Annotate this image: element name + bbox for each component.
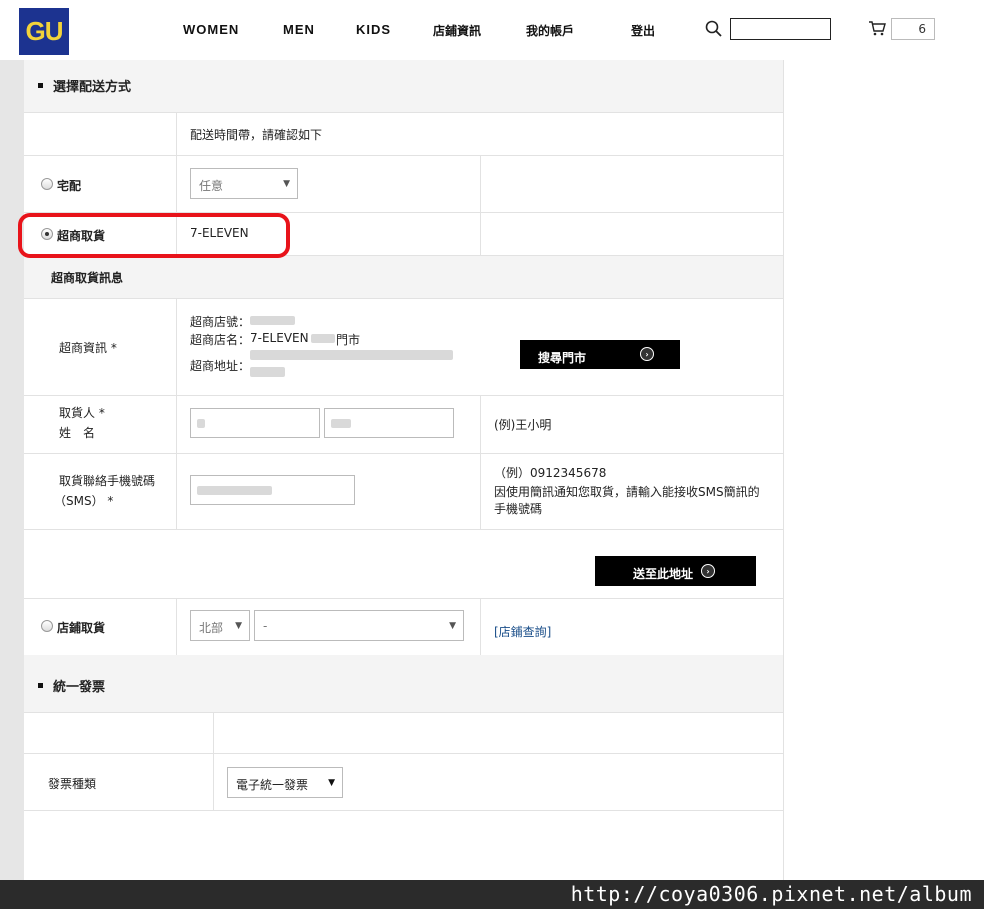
store-info-row: 超商資訊 * 超商店號： 超商店名： 7-ELEVEN 門市 超商地址： 搜尋門… bbox=[24, 299, 783, 396]
phone-row: 取貨聯絡手機號碼 （SMS） * （例）0912345678 因使用簡訊通知您取… bbox=[24, 454, 783, 530]
dropdown-arrow-icon: ▼ bbox=[449, 621, 456, 631]
watermark-bar: http://coya0306.pixnet.net/album bbox=[0, 880, 984, 909]
invoice-type-label: 發票種類 bbox=[48, 777, 97, 791]
home-delivery-label: 宅配 bbox=[57, 179, 82, 193]
search-store-button[interactable]: 搜尋門市 › bbox=[520, 340, 680, 369]
store-no-redacted bbox=[250, 316, 295, 325]
time-note-row: 配送時間帶，請確認如下 bbox=[24, 113, 783, 156]
store-name-suffix: 門市 bbox=[336, 333, 361, 347]
invoice-type-select[interactable]: 電子統一發票 ▼ bbox=[227, 767, 343, 798]
mobile-phone-input[interactable] bbox=[190, 475, 355, 505]
store-name-redacted bbox=[311, 334, 335, 343]
phone-note-line2: 手機號碼 bbox=[494, 502, 543, 516]
chevron-right-icon: › bbox=[701, 564, 715, 578]
invoice-section-title: 統一發票 bbox=[38, 676, 105, 695]
left-gutter bbox=[0, 60, 24, 909]
cart-icon[interactable] bbox=[868, 19, 886, 37]
search-icon[interactable] bbox=[705, 20, 723, 38]
right-divider bbox=[783, 60, 784, 880]
site-header: GU WOMEN MEN KIDS 店鋪資訊 我的帳戶 登出 6 bbox=[0, 0, 984, 60]
phone-sms-label: （SMS） * bbox=[54, 494, 114, 508]
store-addr-redacted-2 bbox=[250, 367, 285, 377]
store-name-label: 超商店名： bbox=[190, 333, 251, 347]
invoice-section-header: 統一發票 bbox=[24, 655, 783, 713]
region-select[interactable]: 北部 ▼ bbox=[190, 610, 250, 641]
store-name-value: 7-ELEVEN bbox=[250, 331, 309, 345]
bullet-square-icon bbox=[38, 683, 43, 688]
dropdown-arrow-icon: ▼ bbox=[283, 179, 290, 189]
store-info-label: 超商資訊 * bbox=[59, 341, 117, 355]
store-addr-redacted-1 bbox=[250, 350, 453, 360]
invoice-empty-row bbox=[24, 713, 783, 754]
store-addr-label: 超商地址： bbox=[190, 359, 251, 373]
store-pickup-label: 店鋪取貨 bbox=[57, 621, 106, 635]
cvs-info-header: 超商取貨訊息 bbox=[24, 256, 783, 299]
phone-example: （例）0912345678 bbox=[494, 466, 607, 480]
chevron-right-icon: › bbox=[640, 347, 654, 361]
recipient-row: 取貨人 * 姓 名 (例)王小明 bbox=[24, 396, 783, 454]
cvs-highlight-annotation bbox=[18, 213, 290, 258]
recipient-label: 取貨人 * bbox=[59, 406, 105, 420]
dropdown-arrow-icon: ▼ bbox=[235, 621, 242, 631]
recipient-example: (例)王小明 bbox=[494, 418, 552, 432]
nav-store-info[interactable]: 店鋪資訊 bbox=[433, 22, 481, 39]
recipient-name-label: 姓 名 bbox=[59, 426, 96, 440]
store-select[interactable]: - ▼ bbox=[254, 610, 464, 641]
nav-my-account[interactable]: 我的帳戶 bbox=[526, 22, 574, 39]
store-no-label: 超商店號： bbox=[190, 315, 251, 329]
nav-kids[interactable]: KIDS bbox=[356, 22, 391, 37]
home-delivery-radio[interactable] bbox=[41, 178, 53, 190]
invoice-type-row: 發票種類 電子統一發票 ▼ bbox=[24, 754, 783, 811]
bullet-square-icon bbox=[38, 83, 43, 88]
store-pickup-radio[interactable] bbox=[41, 620, 53, 632]
time-note: 配送時間帶，請確認如下 bbox=[190, 128, 323, 142]
home-delivery-row: 宅配 任意 ▼ bbox=[24, 156, 783, 213]
first-name-input[interactable] bbox=[324, 408, 454, 438]
phone-note-line1: 因使用簡訊通知您取貨，請輸入能接收SMS簡訊的 bbox=[494, 485, 760, 499]
nav-logout[interactable]: 登出 bbox=[631, 22, 655, 39]
nav-men[interactable]: MEN bbox=[283, 22, 315, 37]
checkout-form: 選擇配送方式 配送時間帶，請確認如下 宅配 任意 ▼ 超商取貨 7-ELEVEN… bbox=[24, 60, 783, 880]
nav-women[interactable]: WOMEN bbox=[183, 22, 239, 37]
search-input[interactable] bbox=[730, 18, 831, 40]
watermark-text: http://coya0306.pixnet.net/album bbox=[570, 882, 972, 906]
delivery-time-select[interactable]: 任意 ▼ bbox=[190, 168, 298, 199]
submit-address-row: 送至此地址 › bbox=[24, 530, 783, 599]
gu-logo[interactable]: GU bbox=[19, 8, 69, 55]
cart-count[interactable]: 6 bbox=[891, 18, 935, 40]
store-lookup-link[interactable]: [店鋪查詢] bbox=[494, 623, 551, 640]
dropdown-arrow-icon: ▼ bbox=[328, 778, 335, 788]
delivery-section-header: 選擇配送方式 bbox=[24, 60, 783, 113]
last-name-input[interactable] bbox=[190, 408, 320, 438]
cvs-info-title: 超商取貨訊息 bbox=[51, 271, 124, 285]
store-pickup-row: 店鋪取貨 北部 ▼ - ▼ [店鋪查詢] bbox=[24, 599, 783, 655]
phone-label: 取貨聯絡手機號碼 bbox=[59, 474, 156, 488]
send-to-address-button[interactable]: 送至此地址 › bbox=[595, 556, 756, 586]
delivery-section-title: 選擇配送方式 bbox=[38, 76, 131, 95]
